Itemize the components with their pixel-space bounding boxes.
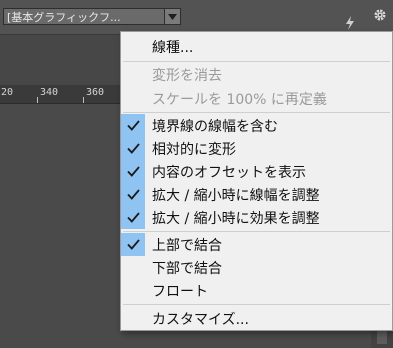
menu-item-dock-bottom[interactable]: 下部で結合 [121,256,392,279]
checkmark-icon [121,160,145,183]
menu-item-adjust-effects-on-scale[interactable]: 拡大 / 縮小時に効果を調整 [121,206,392,229]
menu-item-label: カスタマイズ... [152,311,249,328]
menu-item-float[interactable]: フロート [121,279,392,302]
checkmark-icon [121,137,145,160]
menu-item-label: 相対的に変形 [152,141,236,158]
ruler-tick [83,97,84,103]
menu-item-label: スケールを 100% に再定義 [152,91,327,108]
menu-item-redefine-scale: スケールを 100% に再定義 [121,87,392,110]
menu-item-label: 境界線の線幅を含む [152,118,278,135]
menu-item-label: 変形を消去 [152,67,222,84]
menu-separator [123,112,390,113]
ruler-label: 360 [86,87,105,98]
panel-options-menu: 線種... 変形を消去 スケールを 100% に再定義 境界線の線幅を含む 相対… [120,31,393,331]
checkmark-icon [121,114,145,137]
menu-item-label: 上部で結合 [152,237,222,254]
menu-item-label: 拡大 / 縮小時に線幅を調整 [152,187,320,204]
menu-item-label: 拡大 / 縮小時に効果を調整 [152,210,320,227]
dropdown-arrow-icon[interactable] [164,9,180,24]
control-panel-toolbar: [基本グラフィックフ... [0,0,393,35]
menu-item-clear-transform: 変形を消去 [121,63,392,86]
graphic-style-select[interactable]: [基本グラフィックフ... [3,8,181,25]
ruler-label: 340 [40,87,59,98]
menu-item-label: 内容のオフセットを表示 [152,164,306,181]
menu-separator [123,304,390,305]
menu-item-show-content-offset[interactable]: 内容のオフセットを表示 [121,160,392,183]
menu-item-transform-relative[interactable]: 相対的に変形 [121,137,392,160]
checkmark-icon [121,183,145,206]
menu-item-label: フロート [152,283,208,300]
ruler-tick [37,97,38,103]
menu-item-dock-top[interactable]: 上部で結合 [121,233,392,256]
lightning-icon[interactable] [345,16,355,30]
ruler-label: 20 [1,87,14,98]
menu-separator [123,61,390,62]
checkmark-icon [121,233,145,256]
menu-item-include-stroke-weight[interactable]: 境界線の線幅を含む [121,114,392,137]
menu-item-adjust-stroke-on-scale[interactable]: 拡大 / 縮小時に線幅を調整 [121,183,392,206]
menu-item-label: 線種... [152,39,194,56]
graphic-style-select-value: [基本グラフィックフ... [7,10,121,24]
checkmark-icon [121,206,145,229]
menu-item-stroke-type[interactable]: 線種... [121,35,392,58]
gear-icon[interactable] [373,8,387,22]
menu-separator [123,231,390,232]
menu-item-customize[interactable]: カスタマイズ... [121,307,392,330]
menu-item-label: 下部で結合 [152,260,222,277]
